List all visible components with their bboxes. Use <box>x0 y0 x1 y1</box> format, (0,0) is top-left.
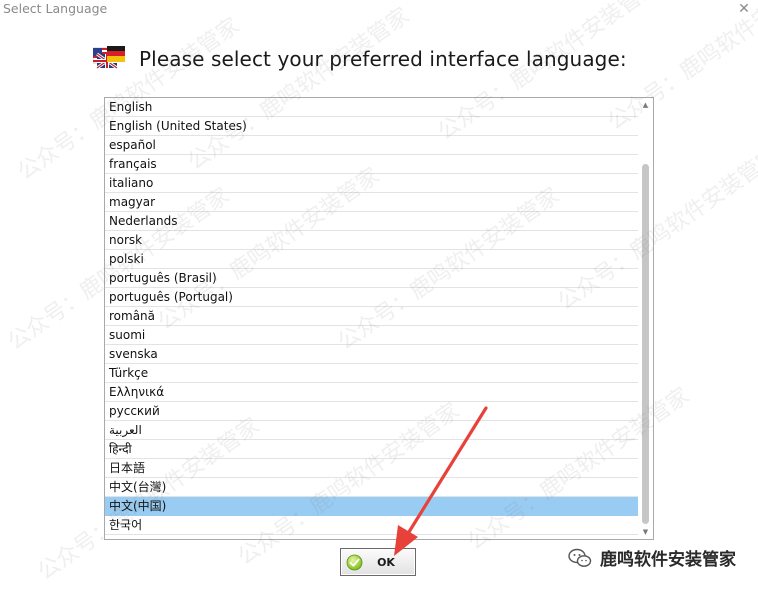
list-item-portugues-brasil[interactable]: português (Brasil) <box>105 269 638 288</box>
list-item-magyar[interactable]: magyar <box>105 193 638 212</box>
window-title: Select Language <box>3 1 108 16</box>
list-item-italiano[interactable]: italiano <box>105 174 638 193</box>
list-item-chinese-traditional[interactable]: 中文(台灣) <box>105 478 638 497</box>
flag-icon <box>93 46 125 70</box>
vertical-scrollbar[interactable]: ▲ ▼ <box>638 98 653 539</box>
close-button[interactable]: ✕ <box>736 1 752 17</box>
account-badge: 鹿鸣软件安装管家 <box>568 545 736 570</box>
list-item-espanol[interactable]: español <box>105 136 638 155</box>
list-item-english-us[interactable]: English (United States) <box>105 117 638 136</box>
title-bar: Select Language ✕ <box>0 0 758 20</box>
list-item-turkce[interactable]: Türkçe <box>105 364 638 383</box>
list-item-norsk[interactable]: norsk <box>105 231 638 250</box>
wechat-icon <box>568 548 592 567</box>
scroll-up-arrow-icon[interactable]: ▲ <box>638 98 653 112</box>
list-item-nederlands[interactable]: Nederlands <box>105 212 638 231</box>
list-item-hindi[interactable]: हिन्दी <box>105 440 638 459</box>
list-item-greek[interactable]: Ελληνικά <box>105 383 638 402</box>
list-item-japanese[interactable]: 日本語 <box>105 459 638 478</box>
list-item-polski[interactable]: polski <box>105 250 638 269</box>
check-icon <box>346 554 363 571</box>
scroll-thumb[interactable] <box>642 164 649 524</box>
ok-button-label: OK <box>377 555 395 569</box>
list-item-portugues-portugal[interactable]: português (Portugal) <box>105 288 638 307</box>
list-item-english[interactable]: English <box>105 98 638 117</box>
list-item-francais[interactable]: français <box>105 155 638 174</box>
list-item-romana[interactable]: română <box>105 307 638 326</box>
list-item-svenska[interactable]: svenska <box>105 345 638 364</box>
list-item-korean[interactable]: 한국어 <box>105 516 638 535</box>
scroll-down-arrow-icon[interactable]: ▼ <box>638 525 653 539</box>
list-item-russian[interactable]: русский <box>105 402 638 421</box>
ok-button[interactable]: OK <box>340 548 416 576</box>
account-label: 鹿鸣软件安装管家 <box>600 550 736 570</box>
list-item-arabic[interactable]: العربية <box>105 421 638 440</box>
language-listbox[interactable]: English English (United States) español … <box>104 97 654 540</box>
page-prompt: Please select your preferred interface l… <box>139 47 627 71</box>
header: Please select your preferred interface l… <box>93 42 627 76</box>
list-item-suomi[interactable]: suomi <box>105 326 638 345</box>
list-item-chinese-simplified[interactable]: 中文(中国) <box>105 497 638 516</box>
language-list: English English (United States) español … <box>105 98 638 535</box>
